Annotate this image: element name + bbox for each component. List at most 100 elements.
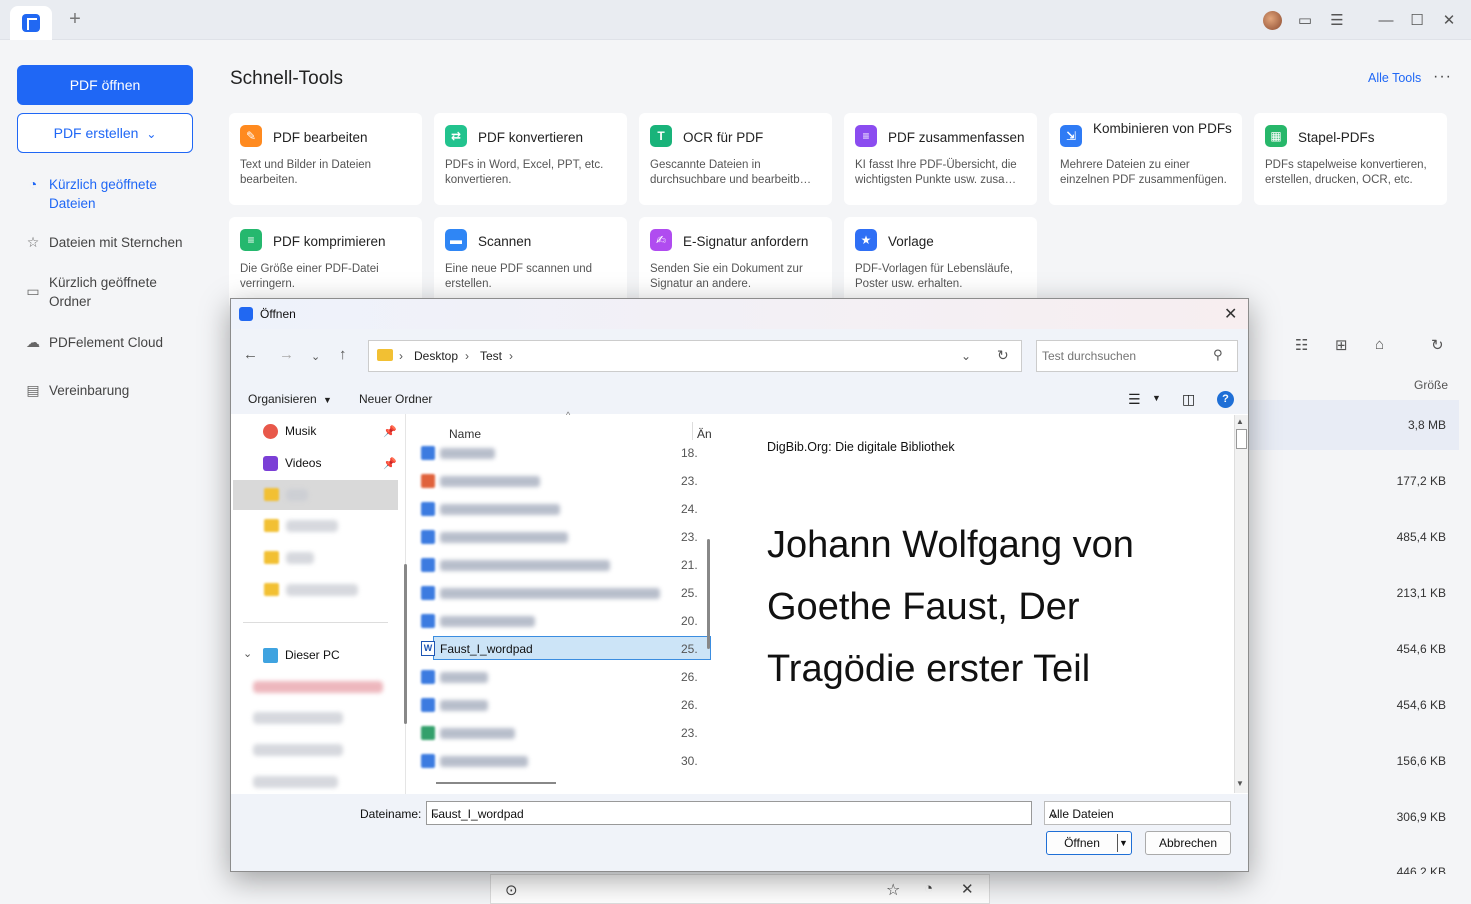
create-pdf-button[interactable]: PDF erstellen ⌄ <box>17 113 193 153</box>
chevron-down-icon[interactable]: ⌄ <box>431 807 1027 821</box>
avatar[interactable] <box>1263 11 1282 30</box>
all-tools-link[interactable]: Alle Tools <box>1368 71 1421 85</box>
forward-arrow-icon[interactable]: → <box>279 346 294 363</box>
nav-pane-scrollbar[interactable] <box>404 564 407 724</box>
file-row[interactable]: 21. <box>416 553 711 577</box>
open-pdf-button[interactable]: PDF öffnen <box>17 65 193 105</box>
redacted-folder[interactable] <box>286 552 314 564</box>
create-pdf-label: PDF erstellen <box>53 125 139 141</box>
tool-card-scan[interactable]: ▬ Scannen Eine neue PDF scannen und erst… <box>434 217 627 309</box>
tool-description: Text und Bilder in Dateien bearbeiten. <box>240 159 372 186</box>
more-options-icon[interactable]: ··· <box>1433 68 1452 86</box>
sidebar: PDF öffnen PDF erstellen ⌄ ◔ Kürzlich ge… <box>0 40 209 904</box>
search-icon[interactable]: ⚲ <box>1213 347 1223 363</box>
tool-card-esign[interactable]: ✍ E-Signatur anfordern Senden Sie ein Do… <box>639 217 832 309</box>
redacted-drive[interactable] <box>253 776 338 788</box>
bottom-toolbar: ⊙ ☆ ◔ ✕ <box>490 874 990 904</box>
menu-icon[interactable]: ☰ <box>1327 11 1347 31</box>
scroll-up-icon[interactable]: ▲ <box>1236 417 1244 426</box>
breadcrumb-test[interactable]: Test <box>480 349 502 363</box>
cloud-icon: ☁ <box>26 334 40 350</box>
address-dropdown-icon[interactable]: ⌄ <box>961 349 971 363</box>
up-arrow-icon[interactable]: ↑ <box>339 346 347 363</box>
filename-field[interactable]: Faust_I_wordpad ⌄ <box>426 801 1032 825</box>
app-home-tab[interactable] <box>10 6 52 40</box>
preview-scrollbar[interactable]: ▲ ▼ <box>1234 415 1248 793</box>
sidebar-item-label: Kürzlich geöffnete Ordner <box>49 275 157 309</box>
storage-icon[interactable]: ⌂ <box>1375 336 1384 353</box>
open-file-dialog: Öffnen ✕ ← → ⌄ ↑ › Desktop › Test › ⌄ ↻ … <box>230 298 1249 872</box>
breadcrumb-desktop[interactable]: Desktop <box>414 349 458 363</box>
folder-icon <box>264 583 279 596</box>
file-row[interactable]: 25. <box>416 581 711 605</box>
file-row[interactable]: 30. <box>416 749 711 773</box>
view-options-caret-icon[interactable]: ▼ <box>1152 393 1161 403</box>
sidebar-item-label: Dateien mit Sternchen <box>49 235 183 250</box>
recent-locations-chevron-icon[interactable]: ⌄ <box>311 350 320 363</box>
ai-search-icon[interactable]: ⊙ <box>505 881 518 899</box>
comment-icon[interactable]: ▭ <box>1295 11 1315 31</box>
tool-card-batch[interactable]: ▦ Stapel-PDFs PDFs stapelweise konvertie… <box>1254 113 1447 205</box>
file-row[interactable]: 20. <box>416 609 711 633</box>
help-icon[interactable]: ? <box>1217 391 1234 408</box>
redacted-drive[interactable] <box>253 744 343 756</box>
back-arrow-icon[interactable]: ← <box>243 346 258 363</box>
nav-selected-highlight <box>233 480 398 510</box>
maximize-button[interactable]: ☐ <box>1407 11 1427 31</box>
dialog-close-button[interactable]: ✕ <box>1224 304 1237 324</box>
tool-card-ocr[interactable]: T OCR für PDF Gescannte Dateien in durch… <box>639 113 832 205</box>
search-box[interactable]: ⚲ <box>1036 340 1238 372</box>
address-bar[interactable]: › Desktop › Test › ⌄ ↻ <box>368 340 1022 372</box>
list-view-icon[interactable]: ☷ <box>1295 336 1308 354</box>
pin-icon: 📌 <box>383 426 397 438</box>
file-row[interactable]: 24. <box>416 497 711 521</box>
redacted-drive[interactable] <box>253 681 383 693</box>
filetype-select[interactable]: Alle Dateien ⌄ <box>1044 801 1231 825</box>
file-row[interactable]: 18. <box>416 441 711 465</box>
refresh-icon[interactable]: ↻ <box>997 347 1009 364</box>
column-header-name[interactable]: Name <box>449 427 481 441</box>
star-icon[interactable]: ☆ <box>886 880 900 900</box>
scroll-down-icon[interactable]: ▼ <box>1236 779 1244 788</box>
search-input[interactable] <box>1042 347 1207 365</box>
file-row[interactable]: 23. <box>416 525 711 549</box>
tool-card-convert-pdf[interactable]: ⇄ PDF konvertieren PDFs in Word, Excel, … <box>434 113 627 205</box>
history-icon[interactable]: ◔ <box>924 880 933 897</box>
new-tab-button[interactable]: + <box>66 9 84 29</box>
refresh-icon[interactable]: ↻ <box>1431 336 1444 354</box>
size-column-header[interactable]: Größe <box>1414 378 1448 392</box>
redacted-folder[interactable] <box>286 489 308 501</box>
file-row[interactable]: 26. <box>416 665 711 689</box>
redacted-folder[interactable] <box>286 520 338 532</box>
open-button[interactable]: Öffnen ▼ <box>1046 831 1132 855</box>
grid-view-icon[interactable]: ⊞ <box>1335 336 1348 354</box>
tool-card-combine[interactable]: ⇲ Kombinieren von PDFs Mehrere Dateien z… <box>1049 113 1242 205</box>
file-list-horizontal-scrollbar[interactable] <box>436 782 556 784</box>
filename-label: Dateiname: <box>360 807 422 821</box>
preview-pane-icon[interactable]: ◫ <box>1182 391 1195 408</box>
column-header-date[interactable]: Än <box>697 427 712 441</box>
view-options-icon[interactable]: ☰ <box>1128 391 1141 408</box>
expand-chevron-icon[interactable]: ⌄ <box>243 647 252 660</box>
redacted-drive[interactable] <box>253 712 343 724</box>
file-row-selected[interactable]: W Faust_I_wordpad 25. <box>421 636 711 660</box>
tools-icon[interactable]: ✕ <box>961 880 974 898</box>
close-window-button[interactable]: ✕ <box>1439 11 1459 31</box>
tool-card-edit-pdf[interactable]: ✎ PDF bearbeiten Text und Bilder in Date… <box>229 113 422 205</box>
organize-menu[interactable]: Organisieren ▼ <box>248 392 332 406</box>
tool-card-template[interactable]: ★ Vorlage PDF-Vorlagen für Lebensläufe, … <box>844 217 1037 309</box>
file-list-vertical-scrollbar[interactable] <box>707 539 710 649</box>
dialog-titlebar: Öffnen ✕ <box>231 299 1248 329</box>
dialog-title: Öffnen <box>260 307 296 321</box>
scroll-thumb[interactable] <box>1236 429 1247 449</box>
minimize-button[interactable]: — <box>1376 11 1396 31</box>
file-row[interactable]: 23. <box>416 469 711 493</box>
tool-card-summarize[interactable]: ≡ PDF zusammenfassen KI fasst Ihre PDF-Ü… <box>844 113 1037 205</box>
redacted-folder[interactable] <box>286 584 358 596</box>
cancel-button[interactable]: Abbrechen <box>1145 831 1231 855</box>
file-row[interactable]: 26. <box>416 693 711 717</box>
tool-card-compress[interactable]: ≡ PDF komprimieren Die Größe einer PDF-D… <box>229 217 422 309</box>
caret-down-icon[interactable]: ▼ <box>1119 832 1128 854</box>
file-row[interactable]: 23. <box>416 721 711 745</box>
new-folder-button[interactable]: Neuer Ordner <box>359 392 432 406</box>
